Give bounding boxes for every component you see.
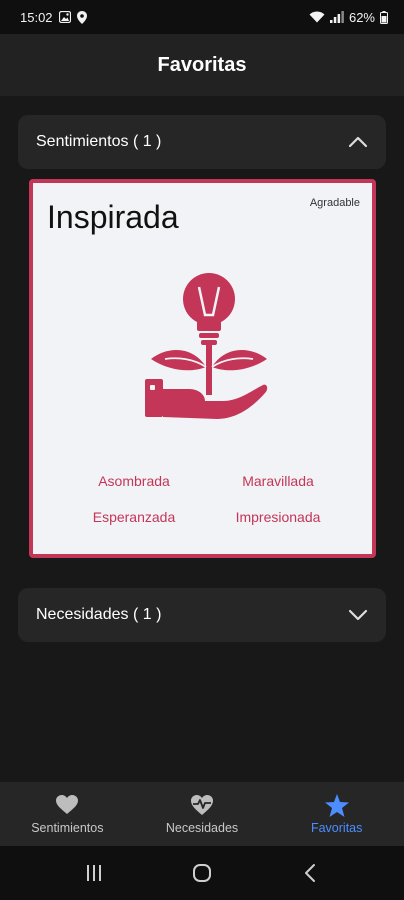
chevron-up-icon (348, 132, 368, 152)
system-navigation-bar (0, 846, 404, 900)
star-icon (324, 793, 349, 817)
feeling-title: Inspirada (47, 199, 179, 235)
status-time: 15:02 (20, 9, 53, 25)
bottom-navigation: Sentimientos Necesidades Favoritas (0, 782, 404, 846)
related-feeling: Impresionada (235, 509, 321, 525)
nav-item-sentimientos[interactable]: Sentimientos (0, 782, 135, 846)
section-label: Necesidades ( 1 ) (36, 606, 162, 623)
heartbeat-icon (190, 793, 214, 817)
nav-label: Necesidades (165, 821, 239, 835)
section-header-necesidades[interactable]: Necesidades ( 1 ) (18, 588, 386, 642)
feeling-card[interactable]: Inspirada Agradable Asombrada Maravillad… (29, 179, 376, 558)
section-header-sentimientos[interactable]: Sentimientos ( 1 ) (18, 115, 386, 169)
nav-item-favoritas[interactable]: Favoritas (269, 782, 404, 846)
battery-icon (380, 10, 388, 24)
home-icon[interactable] (182, 858, 222, 888)
nav-item-necesidades[interactable]: Necesidades (135, 782, 270, 846)
wifi-icon (309, 11, 325, 23)
app-bar: Favoritas (0, 34, 404, 96)
recent-apps-icon[interactable] (74, 858, 114, 888)
signal-icon (329, 11, 344, 23)
related-feeling: Asombrada (98, 473, 170, 489)
related-feeling: Maravillada (242, 473, 314, 489)
gallery-notification-icon (58, 11, 71, 23)
heart-icon (55, 793, 79, 817)
nav-label: Sentimientos (31, 821, 104, 835)
status-bar: 15:02 62% (0, 0, 404, 34)
related-feeling: Esperanzada (92, 509, 176, 525)
location-icon (76, 10, 87, 24)
battery-percent: 62% (348, 9, 375, 25)
section-label: Sentimientos ( 1 ) (36, 133, 162, 150)
lightbulb-plant-hand-icon (139, 267, 269, 437)
page-title: Favoritas (157, 53, 247, 76)
nav-label: Favoritas (310, 821, 363, 835)
feeling-category-tag: Agradable (309, 197, 360, 209)
chevron-down-icon (348, 605, 368, 625)
back-icon[interactable] (290, 858, 330, 888)
